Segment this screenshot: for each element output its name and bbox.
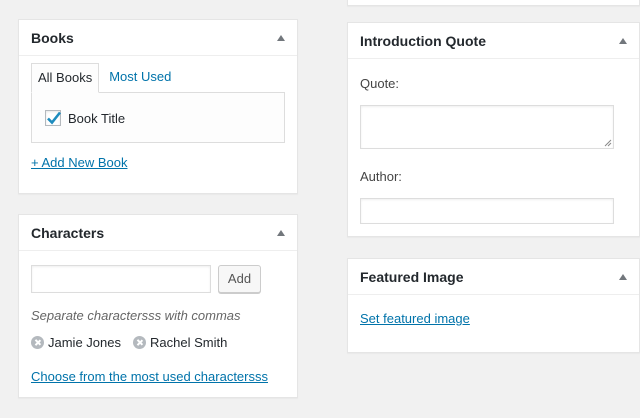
- add-new-book-link[interactable]: + Add New Book: [31, 155, 127, 170]
- intro-quote-metabox: Introduction Quote Quote: Author:: [347, 22, 640, 237]
- add-character-button[interactable]: Add: [218, 265, 261, 293]
- books-header[interactable]: Books: [19, 20, 297, 56]
- checkmark-icon: [47, 111, 62, 125]
- characters-header[interactable]: Characters: [19, 215, 297, 251]
- character-tag-list: Jamie Jones Rachel Smith: [31, 335, 239, 350]
- books-title: Books: [31, 29, 74, 46]
- author-label: Author:: [360, 169, 402, 184]
- intro-quote-header[interactable]: Introduction Quote: [348, 23, 639, 59]
- author-input[interactable]: [360, 198, 614, 224]
- characters-title: Characters: [31, 224, 105, 241]
- featured-image-title: Featured Image: [360, 268, 464, 285]
- collapse-toggle-icon[interactable]: [619, 273, 627, 280]
- remove-tag-icon[interactable]: [31, 336, 44, 349]
- characters-help-text: Separate charactersss with commas: [31, 308, 241, 323]
- featured-image-metabox: Featured Image Set featured image: [347, 258, 640, 353]
- characters-input[interactable]: [31, 265, 211, 293]
- characters-metabox: Characters Add Separate charactersss wit…: [18, 214, 298, 398]
- tag-label: Rachel Smith: [149, 335, 228, 350]
- book-checkbox[interactable]: [45, 110, 62, 126]
- tab-most-used[interactable]: Most Used: [99, 63, 177, 93]
- collapse-toggle-icon[interactable]: [277, 34, 285, 41]
- collapse-toggle-icon[interactable]: [619, 37, 627, 44]
- remove-tag-icon[interactable]: [132, 336, 146, 349]
- books-metabox: Books All Books Most Used Book Title + A…: [18, 19, 298, 194]
- collapse-toggle-icon[interactable]: [277, 229, 285, 236]
- books-checklist: Book Title: [31, 92, 285, 143]
- featured-image-header[interactable]: Featured Image: [348, 259, 639, 295]
- set-featured-image-link[interactable]: Set featured image: [360, 311, 470, 326]
- tab-all-books[interactable]: All Books: [31, 63, 100, 93]
- tag-label: Jamie Jones: [48, 335, 121, 350]
- choose-most-used-link[interactable]: Choose from the most used charactersss: [31, 369, 268, 384]
- quote-label: Quote:: [360, 76, 400, 91]
- quote-textarea[interactable]: [360, 105, 614, 149]
- books-tabs: All Books Most Used: [31, 63, 177, 93]
- resize-grip-icon[interactable]: [604, 139, 612, 147]
- list-item[interactable]: Book Title: [45, 110, 125, 126]
- list-item: Rachel Smith: [132, 335, 228, 350]
- book-label: Book Title: [68, 110, 126, 126]
- intro-quote-title: Introduction Quote: [360, 32, 486, 49]
- list-item: Jamie Jones: [31, 335, 121, 350]
- metabox-partial: [347, 0, 640, 6]
